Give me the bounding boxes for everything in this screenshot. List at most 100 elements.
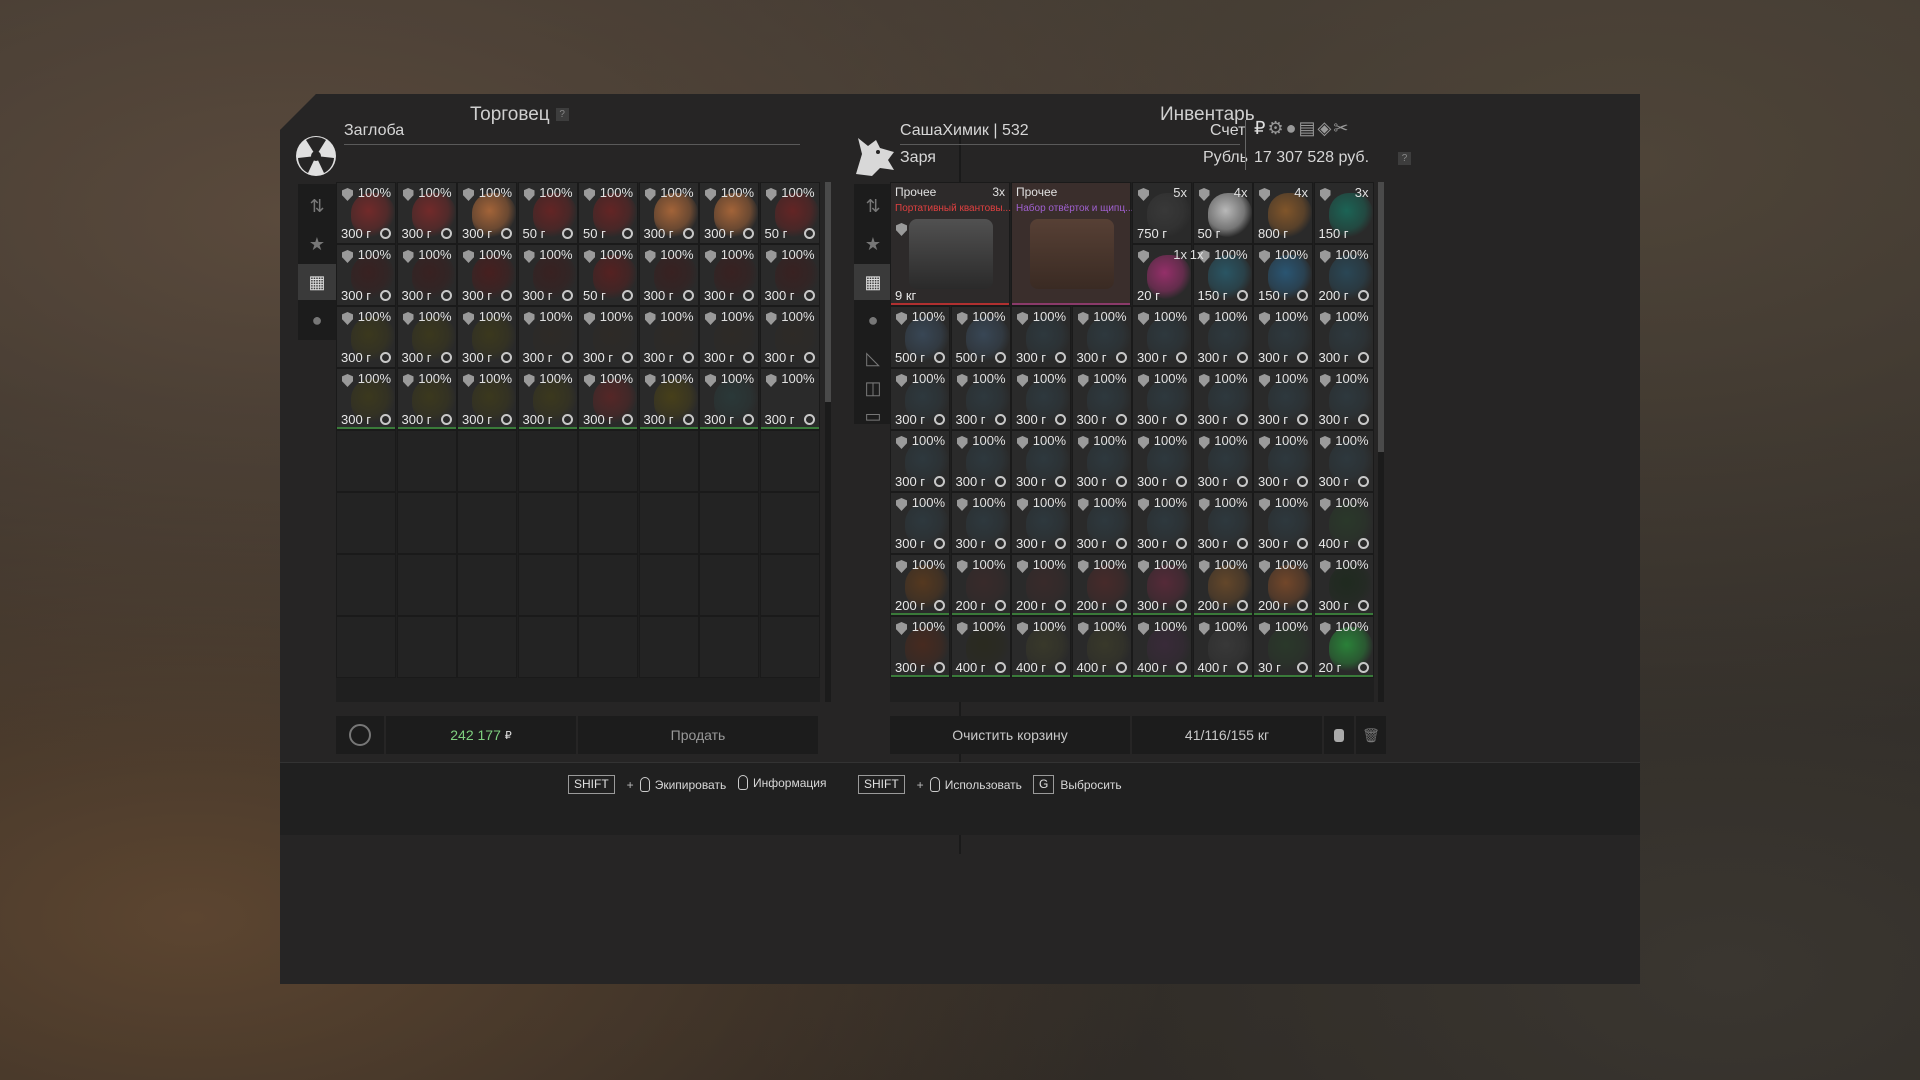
inventory-item[interactable]: 100% 400 г	[1071, 616, 1132, 678]
inventory-item[interactable]: 100% 300 г	[638, 244, 699, 306]
inventory-item[interactable]: 100% 300 г	[638, 182, 699, 244]
currency-icons[interactable]: ₽⚙●▤◈✂	[1254, 118, 1350, 139]
empty-slot[interactable]	[578, 554, 638, 616]
inventory-item[interactable]: 100% 400 г	[1011, 616, 1071, 678]
backpack-icon[interactable]	[1324, 716, 1354, 754]
coin-currency-icon[interactable]: ●	[1286, 118, 1299, 138]
empty-slot[interactable]	[457, 492, 517, 554]
inventory-item[interactable]: 100% 300 г	[1192, 492, 1253, 554]
inventory-item[interactable]: 100% 300 г	[1132, 368, 1192, 430]
empty-slot[interactable]	[578, 492, 638, 554]
trader-help-icon[interactable]: ?	[555, 108, 569, 122]
empty-slot[interactable]	[336, 616, 396, 678]
inventory-item[interactable]: 100% 300 г	[1253, 430, 1313, 492]
inventory-item[interactable]: 100% 200 г	[1192, 554, 1253, 616]
inventory-item[interactable]: 100% 300 г	[578, 306, 638, 368]
big-inventory-item[interactable]: Прочее Набор отвёрток и щипц...	[1011, 182, 1133, 306]
inventory-item[interactable]: 100% 20 г	[1313, 616, 1374, 678]
inventory-item[interactable]: 4x 50 г	[1192, 182, 1253, 244]
inventory-item[interactable]: 100% 300 г	[396, 306, 457, 368]
empty-slot[interactable]	[638, 616, 699, 678]
inventory-item[interactable]: 100% 300 г	[1071, 306, 1132, 368]
trader-scroll-thumb[interactable]	[825, 182, 831, 402]
empty-slot[interactable]	[578, 430, 638, 492]
inventory-item[interactable]: 100% 30 г	[1253, 616, 1313, 678]
empty-slot[interactable]	[457, 616, 517, 678]
inventory-item[interactable]: 100% 300 г	[1011, 368, 1071, 430]
favorite-star-icon[interactable]: ★	[298, 226, 336, 262]
inventory-item[interactable]: 100% 300 г	[1313, 368, 1374, 430]
money-help-icon[interactable]: ?	[1398, 152, 1411, 165]
tools-currency-icon[interactable]: ✂	[1333, 118, 1350, 138]
inventory-item[interactable]: 100% 300 г	[699, 368, 759, 430]
inventory-item[interactable]: 100% 200 г	[1313, 244, 1374, 306]
empty-slot[interactable]	[638, 554, 699, 616]
inventory-item[interactable]: 100% 400 г	[1192, 616, 1253, 678]
inventory-item[interactable]: 100% 300 г	[1132, 306, 1192, 368]
inventory-item[interactable]: 100% 200 г	[1071, 554, 1132, 616]
inventory-item[interactable]: 100% 200 г	[950, 554, 1011, 616]
empty-slot[interactable]	[457, 430, 517, 492]
inventory-item[interactable]: 3x 150 г	[1313, 182, 1374, 244]
inventory-item[interactable]: 100% 300 г	[578, 368, 638, 430]
empty-slot[interactable]	[699, 616, 759, 678]
inventory-item[interactable]: 100% 500 г	[890, 306, 950, 368]
inventory-item[interactable]: 100% 300 г	[699, 244, 759, 306]
ruble-icon[interactable]: ₽	[1254, 118, 1267, 138]
inv-sort-icon[interactable]: ⇅	[854, 188, 892, 224]
empty-slot[interactable]	[759, 616, 820, 678]
empty-slot[interactable]	[517, 492, 578, 554]
inv-artifact-filter-icon[interactable]: ●	[854, 302, 892, 338]
inventory-item[interactable]: 100% 400 г	[1313, 492, 1374, 554]
empty-slot[interactable]	[396, 430, 457, 492]
trash-icon[interactable]: 🗑	[1356, 716, 1386, 754]
inventory-item[interactable]: 100% 300 г	[1071, 368, 1132, 430]
inventory-item[interactable]: 100% 300 г	[396, 182, 457, 244]
inventory-item[interactable]: 100% 300 г	[336, 368, 396, 430]
empty-slot[interactable]	[699, 554, 759, 616]
inv-box-icon[interactable]: ▭	[854, 398, 892, 434]
inventory-item[interactable]: 100% 300 г	[890, 430, 950, 492]
inventory-item[interactable]: 100% 50 г	[759, 182, 820, 244]
empty-slot[interactable]	[517, 430, 578, 492]
inventory-item[interactable]: 100% 300 г	[336, 182, 396, 244]
inventory-item[interactable]: 100% 300 г	[1011, 430, 1071, 492]
inventory-item[interactable]: 100% 300 г	[1313, 306, 1374, 368]
inventory-item[interactable]: 100% 300 г	[1313, 554, 1374, 616]
inventory-item[interactable]: 100% 300 г	[517, 244, 578, 306]
inventory-item[interactable]: 100% 300 г	[1011, 306, 1071, 368]
empty-slot[interactable]	[638, 430, 699, 492]
empty-slot[interactable]	[578, 616, 638, 678]
inventory-item[interactable]: 100% 300 г	[1253, 368, 1313, 430]
inventory-item[interactable]: 100% 300 г	[396, 368, 457, 430]
inventory-item[interactable]: 100% 300 г	[457, 182, 517, 244]
clear-cart-button[interactable]: Очистить корзину	[890, 716, 1130, 754]
inventory-item[interactable]: 100% 300 г	[1011, 492, 1071, 554]
cards-currency-icon[interactable]: ▤	[1298, 118, 1317, 138]
inventory-item[interactable]: 100% 300 г	[1132, 492, 1192, 554]
sort-icon[interactable]: ⇅	[298, 188, 336, 224]
grid-view-icon[interactable]: ▦	[298, 264, 336, 300]
inventory-item[interactable]: 100% 300 г	[950, 368, 1011, 430]
empty-slot[interactable]	[457, 554, 517, 616]
empty-slot[interactable]	[517, 554, 578, 616]
inventory-item[interactable]: 100% 300 г	[1071, 492, 1132, 554]
inv-favorite-star-icon[interactable]: ★	[854, 226, 892, 262]
empty-slot[interactable]	[396, 616, 457, 678]
inventory-item[interactable]: 100% 300 г	[457, 368, 517, 430]
inventory-item[interactable]: 100% 300 г	[638, 306, 699, 368]
big-inventory-item[interactable]: Прочее 3x Портативный квантовы... 9 кг	[890, 182, 1011, 306]
empty-slot[interactable]	[396, 492, 457, 554]
inventory-item[interactable]: 100% 300 г	[759, 368, 820, 430]
inventory-item[interactable]: 100% 300 г	[890, 368, 950, 430]
inventory-item[interactable]: 5x 750 г	[1132, 182, 1192, 244]
badge-currency-icon[interactable]: ◈	[1317, 118, 1333, 138]
inventory-item[interactable]: 100% 200 г	[890, 554, 950, 616]
artifact-filter-icon[interactable]: ●	[298, 302, 336, 338]
inventory-item[interactable]: 100% 300 г	[950, 430, 1011, 492]
inventory-item[interactable]: 100% 300 г	[517, 306, 578, 368]
inventory-item[interactable]: 100% 400 г	[950, 616, 1011, 678]
inventory-item[interactable]: 100% 150 г	[1253, 244, 1313, 306]
inventory-item[interactable]: 100% 200 г	[1011, 554, 1071, 616]
empty-slot[interactable]	[336, 492, 396, 554]
